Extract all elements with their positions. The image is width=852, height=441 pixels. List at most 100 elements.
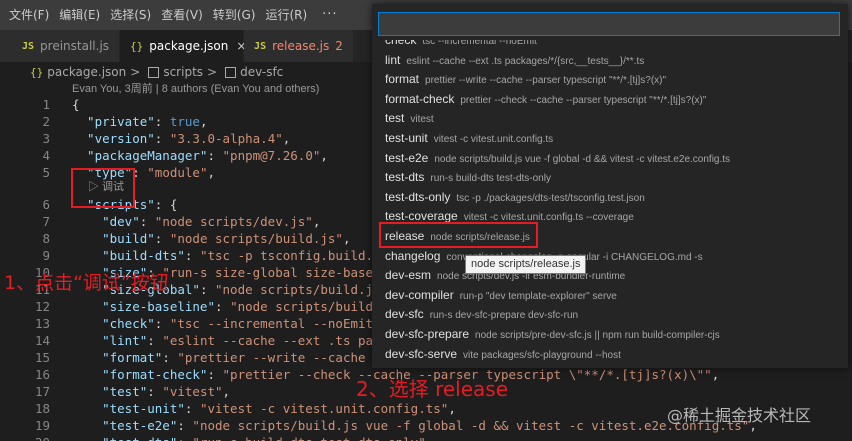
code-token: "dev" (72, 214, 140, 229)
menu-run[interactable]: 运行(R) (260, 0, 312, 30)
code-token: "tsc --incremental --noEmit" (169, 316, 381, 331)
watermark: @稀土掘金技术社区 (667, 406, 812, 425)
script-name: check (385, 40, 417, 47)
tab-release-js[interactable]: JS release.js 2 (244, 30, 354, 62)
code-text: { (72, 96, 80, 113)
code-token: "run-s build-dts test-dts-only" (192, 435, 425, 441)
quick-pick-item-format[interactable]: format prettier --write --cache --parser … (372, 68, 848, 88)
code-token: : (199, 282, 215, 297)
code-token: "vitest" (162, 384, 223, 399)
line-number: 1 (42, 97, 50, 112)
code-token: "node scripts/build.js (230, 299, 396, 314)
breadcrumb-dev-sfc[interactable]: dev-sfc (240, 65, 283, 79)
line-number: 7 (42, 214, 50, 229)
code-token: "vitest -c vitest.unit.config.ts" (199, 401, 449, 416)
line-number: 2 (42, 114, 50, 129)
script-command: node scripts/build.js vue -f global -d &… (434, 153, 731, 165)
menu-view[interactable]: 查看(V) (156, 0, 208, 30)
script-name: dev-sfc-prepare (385, 327, 470, 341)
quick-pick-item-test-unit[interactable]: test-unit vitest -c vitest.unit.config.ts (372, 127, 848, 147)
line-number: 14 (34, 333, 50, 348)
code-token: , (207, 165, 216, 180)
code-token: "run-s size-global size-baseline (162, 265, 404, 280)
script-name: test-dts (385, 170, 425, 185)
code-token: : (207, 367, 223, 382)
menu-more-icon[interactable]: ··· (312, 0, 347, 30)
code-token: , (222, 384, 231, 399)
quick-pick-item-dev-esm[interactable]: dev-esm node scripts/dev.js -if esm-bundl… (372, 264, 848, 284)
code-token: "3.3.0-alpha.4" (169, 131, 283, 146)
script-command: tsc -p ./packages/dts-test/tsconfig.test… (456, 192, 645, 204)
code-token: , (199, 114, 208, 129)
script-name: dev-sfc (385, 307, 424, 322)
script-command: vitest (410, 114, 434, 126)
line-number: 8 (42, 231, 50, 246)
code-token: "test-dts" (72, 435, 177, 441)
line-number: 12 (34, 299, 50, 314)
line-number: 13 (34, 316, 50, 331)
code-text: "test": "vitest", (72, 383, 230, 400)
code-text: "private": true, (72, 113, 208, 130)
quick-pick-item-dev-sfc-prepare[interactable]: dev-sfc-prepare node scripts/pre-dev-sfc.… (372, 323, 848, 343)
js-file-icon: JS (254, 40, 267, 52)
code-token: "node scripts/dev.js" (154, 214, 313, 229)
line-number: 17 (34, 384, 50, 399)
quick-pick-item-test-dts[interactable]: test-dts run-s build-dts test-dts-only (372, 166, 848, 186)
js-file-icon: JS (22, 40, 35, 52)
line-number: 4 (42, 148, 50, 163)
code-token: : (139, 214, 155, 229)
code-token: : (215, 299, 231, 314)
script-name: format (385, 72, 420, 87)
breadcrumb-file[interactable]: package.json (47, 65, 126, 79)
script-name: lint (385, 52, 401, 67)
code-token: "node scripts/build.js vue -f global -d … (192, 418, 750, 433)
tab-package-json[interactable]: {} package.json × (120, 30, 246, 62)
code-token: : (154, 231, 170, 246)
code-token: "test-unit" (72, 401, 185, 416)
code-token: : (177, 418, 193, 433)
quick-pick-item-dev-sfc-serve[interactable]: dev-sfc-serve vite packages/sfc-playgroun… (372, 343, 848, 363)
code-token: , (342, 231, 351, 246)
script-name: test-dts-only (385, 189, 451, 204)
code-token: : (207, 148, 223, 163)
code-text: "dev": "node scripts/dev.js", (72, 213, 320, 230)
quick-pick-item-check[interactable]: check tsc --incremental --noEmit (372, 40, 848, 49)
quick-pick-item-dev-sfc[interactable]: dev-sfc run-s dev-sfc-prepare dev-sfc-run (372, 303, 848, 323)
quick-pick-item-format-check[interactable]: format-check prettier --check --cache --p… (372, 88, 848, 108)
code-text: "format": "prettier --write --cache --pa (72, 349, 403, 366)
quick-pick-item-dev-compiler[interactable]: dev-compiler run-p "dev template-explorer… (372, 284, 848, 304)
menu-edit[interactable]: 编辑(E) (54, 0, 105, 30)
annotation-step2: 2、选择 release (356, 377, 509, 401)
code-text: "version": "3.3.0-alpha.4", (72, 130, 290, 147)
code-text: "test-unit": "vitest -c vitest.unit.conf… (72, 400, 456, 417)
code-token: "size-baseline" (72, 299, 215, 314)
script-quick-pick: check tsc --incremental --noEmit lint eslin… (372, 4, 848, 368)
script-name: test-e2e (385, 150, 429, 165)
quick-pick-item-lint[interactable]: lint eslint --cache --ext .ts packages/*/… (372, 49, 848, 69)
code-token: "lint" (72, 333, 148, 348)
menu-selection[interactable]: 选择(S) (105, 0, 156, 30)
line-number: 16 (34, 367, 50, 382)
release-highlight-box (379, 222, 538, 248)
quick-pick-item-test[interactable]: test vitest (372, 107, 848, 127)
code-token: "test-e2e" (72, 418, 178, 433)
line-number: 3 (42, 131, 50, 146)
code-token: "build-dts" (72, 248, 185, 263)
code-text: "test-dts": "run-s build-dts test-dts-on… (72, 434, 433, 441)
menu-file[interactable]: 文件(F) (4, 0, 54, 30)
code-text: "check": "tsc --incremental --noEmit", (72, 315, 388, 332)
quick-pick-item-test-dts-only[interactable]: test-dts-only tsc -p ./packages/dts-test/… (372, 186, 848, 206)
script-command: run-p "dev template-explorer" serve (459, 290, 617, 302)
code-token: "version" (72, 131, 155, 146)
menu-go[interactable]: 转到(G) (208, 0, 261, 30)
blame-codelens[interactable]: Evan You, 3周前 | 8 authors (Evan You and … (72, 82, 319, 96)
breadcrumb-scripts[interactable]: scripts (163, 65, 203, 79)
tab-preinstall-js[interactable]: JS preinstall.js (0, 30, 121, 62)
line-number: 19 (34, 418, 50, 433)
code-token: , (711, 367, 720, 382)
code-token: "pnpm@7.26.0" (222, 148, 321, 163)
quick-pick-input[interactable] (378, 12, 840, 36)
code-line[interactable]: 20 "test-dts": "run-s build-dts test-dts… (0, 434, 852, 441)
code-token: : (177, 435, 192, 441)
quick-pick-item-test-e2e[interactable]: test-e2e node scripts/build.js vue -f glo… (372, 147, 848, 167)
